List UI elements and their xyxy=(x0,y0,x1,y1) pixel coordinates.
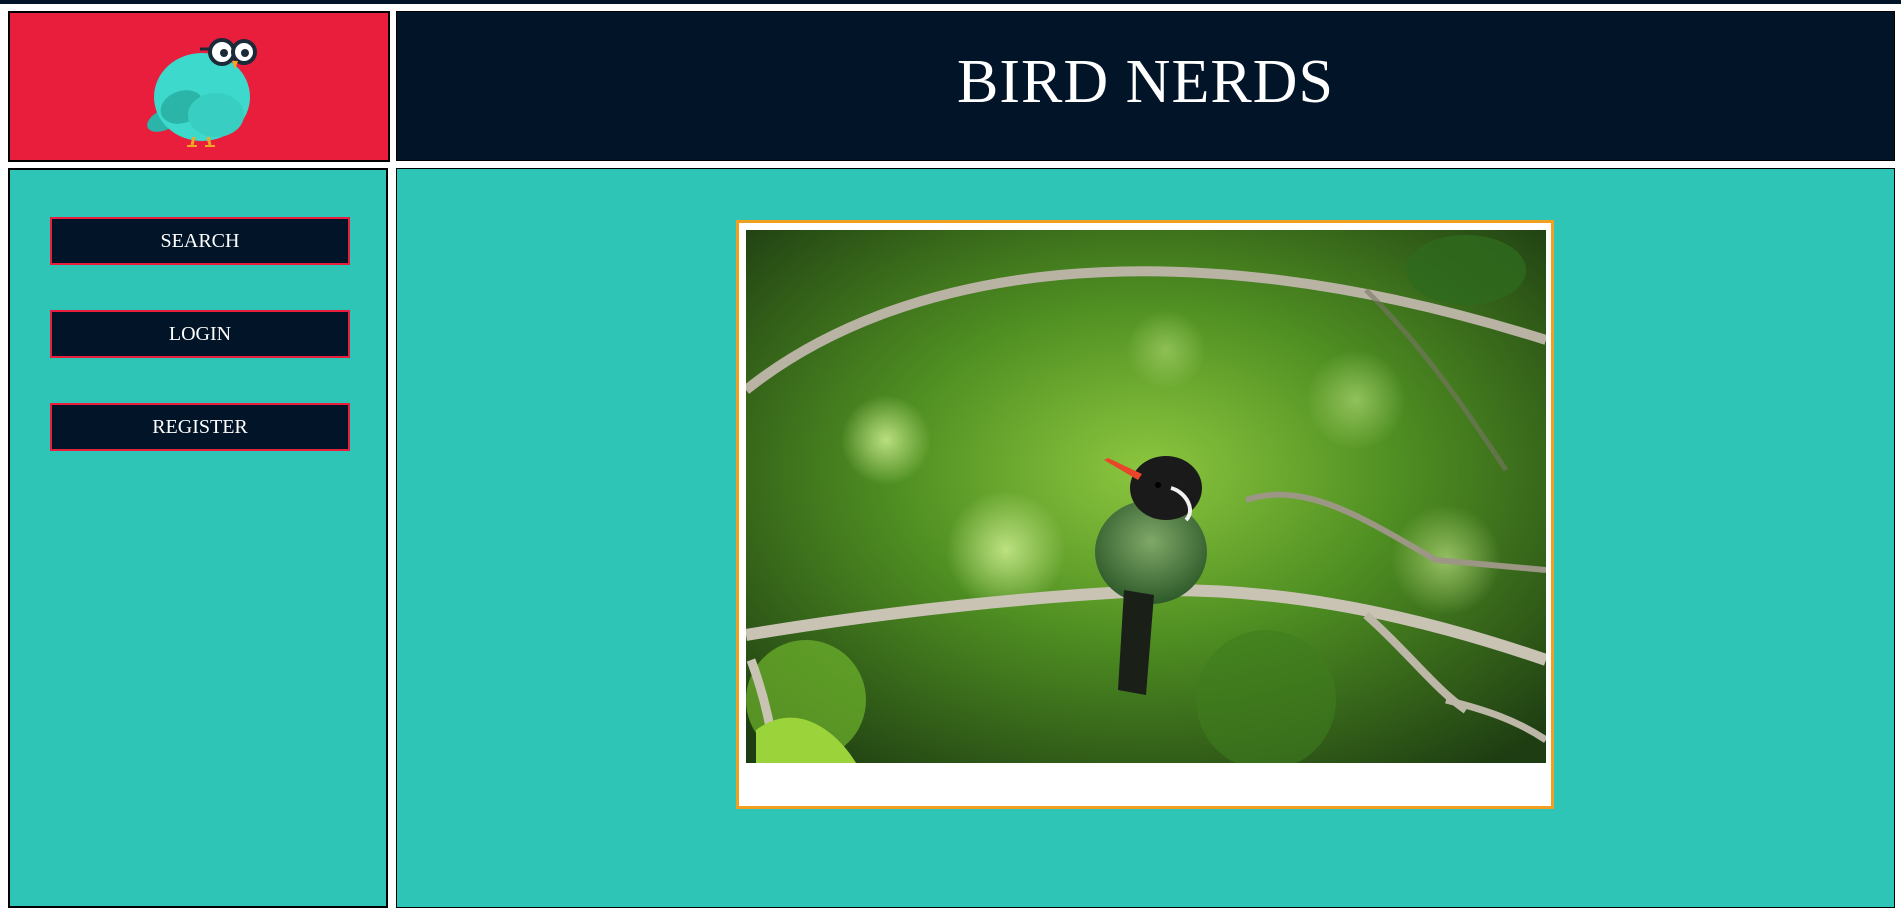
site-header: BIRD NERDS xyxy=(396,11,1895,161)
photo-frame xyxy=(736,220,1554,809)
site-title: BIRD NERDS xyxy=(957,47,1334,116)
sidebar-nav: SEARCH LOGIN REGISTER xyxy=(8,168,388,908)
search-button[interactable]: SEARCH xyxy=(50,217,350,265)
login-button[interactable]: LOGIN xyxy=(50,310,350,358)
hummingbird-photo xyxy=(746,230,1546,763)
main-content xyxy=(396,168,1895,908)
register-button[interactable]: REGISTER xyxy=(50,403,350,451)
top-border-line xyxy=(0,0,1901,4)
logo-panel[interactable] xyxy=(8,11,390,162)
owl-bird-logo-icon xyxy=(147,37,257,147)
